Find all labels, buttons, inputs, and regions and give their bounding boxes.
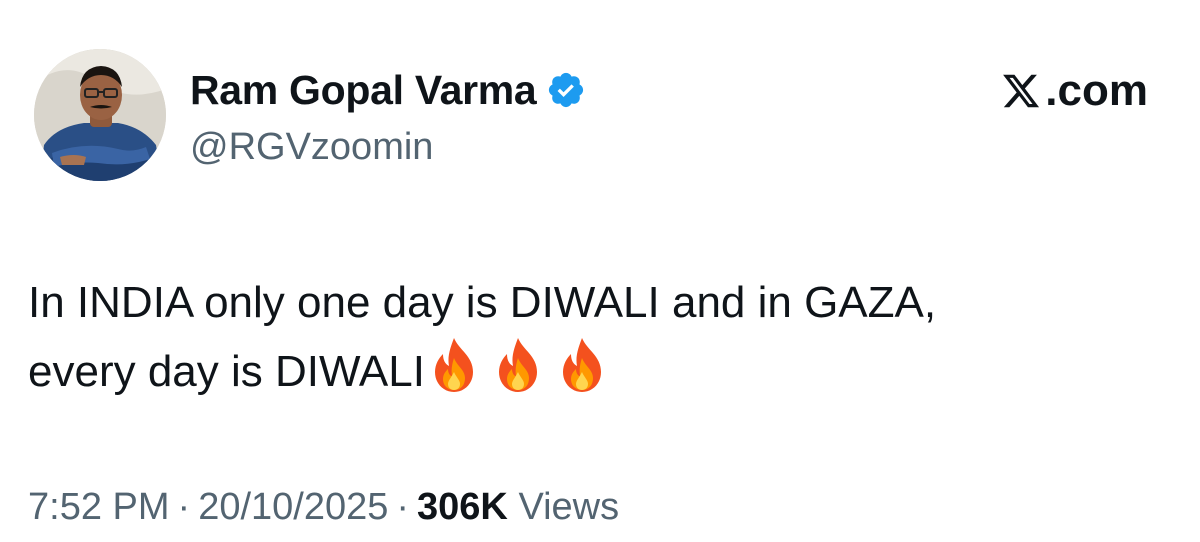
fire-icon — [562, 338, 601, 392]
tweet-time[interactable]: 7:52 PM — [28, 486, 170, 528]
verified-badge-icon[interactable] — [546, 70, 586, 110]
avatar[interactable] — [34, 49, 166, 181]
views-label[interactable]: Views — [518, 486, 619, 528]
tweet-text-line-2: every day is DIWALI — [28, 336, 1178, 405]
author-name-row: Ram Gopal Varma — [190, 66, 586, 114]
fire-icon — [434, 338, 473, 392]
fire-icon — [498, 338, 537, 392]
meta-separator: · — [396, 486, 410, 528]
tweet-date[interactable]: 20/10/2025 — [198, 486, 388, 528]
author-display-name[interactable]: Ram Gopal Varma — [190, 66, 537, 114]
tweet-text-line-2-text: every day is DIWALI — [28, 347, 425, 396]
tweet-text: In INDIA only one day is DIWALI and in G… — [28, 270, 1178, 405]
tweet-meta: 7:52 PM · 20/10/2025 · 306K Views — [28, 483, 619, 531]
x-logo-icon — [1001, 71, 1041, 111]
fire-emoji-group — [429, 336, 607, 394]
tweet-text-line-1: In INDIA only one day is DIWALI and in G… — [28, 278, 937, 327]
views-count[interactable]: 306K — [417, 486, 508, 528]
brand-watermark: .com — [1001, 66, 1148, 116]
profile-photo — [34, 49, 166, 181]
author-handle[interactable]: @RGVzoomin — [190, 124, 433, 170]
meta-separator: · — [177, 486, 191, 528]
brand-text: .com — [1045, 66, 1148, 115]
